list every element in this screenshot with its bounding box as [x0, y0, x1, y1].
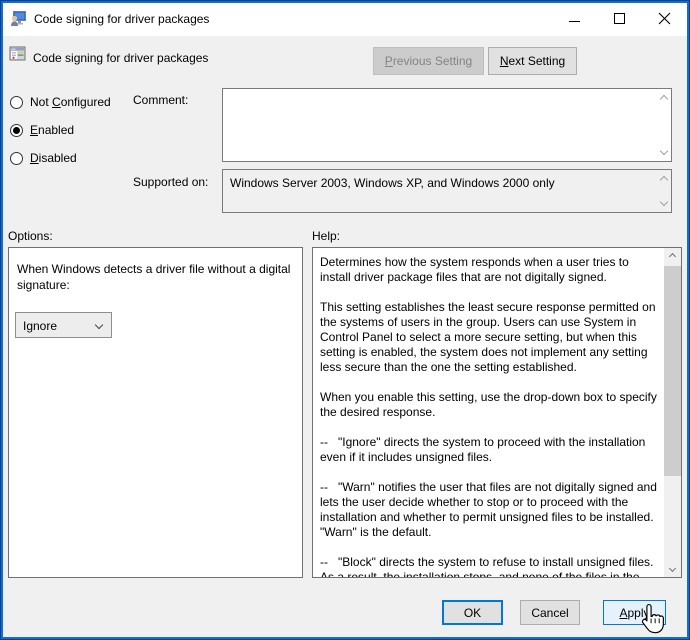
previous-setting-button[interactable]: Previous Setting	[373, 47, 484, 75]
supported-scroll-down-icon[interactable]	[661, 199, 667, 205]
supported-on-field: Windows Server 2003, Windows XP, and Win…	[222, 169, 672, 213]
help-paragraph: When you enable this setting, use the dr…	[320, 390, 662, 420]
scroll-up-icon[interactable]	[664, 248, 681, 265]
window: Code signing for driver packages Code si…	[0, 0, 690, 640]
supported-on-value: Windows Server 2003, Windows XP, and Win…	[230, 176, 649, 190]
radio-disabled-circle[interactable]	[10, 152, 23, 165]
apply-button[interactable]: Apply	[603, 600, 666, 625]
help-panel: Determines how the system responds when …	[312, 247, 682, 578]
policy-setting-icon	[9, 45, 26, 62]
signature-response-dropdown[interactable]: Ignore	[15, 312, 112, 338]
group-policy-app-icon	[10, 10, 27, 27]
window-title: Code signing for driver packages	[34, 12, 209, 26]
comment-scroll-down-icon[interactable]	[661, 148, 667, 154]
help-paragraph: -- "Block" directs the system to refuse …	[320, 555, 662, 577]
radio-not-configured[interactable]: Not Configured	[10, 95, 111, 109]
next-setting-button[interactable]: Next Setting	[488, 47, 577, 75]
help-text: Determines how the system responds when …	[313, 248, 664, 577]
help-paragraph: Determines how the system responds when …	[320, 255, 662, 285]
help-paragraph: -- "Ignore" directs the system to procee…	[320, 435, 662, 465]
radio-disabled[interactable]: Disabled	[10, 151, 77, 165]
ok-button[interactable]: OK	[442, 600, 503, 625]
radio-not-configured-circle[interactable]	[10, 96, 23, 109]
maximize-button[interactable]	[597, 3, 642, 36]
chevron-down-icon	[96, 322, 102, 328]
radio-enabled-label: Enabled	[30, 123, 74, 137]
apply-label: A	[619, 606, 627, 620]
dialog-body: Code signing for driver packages Code si…	[3, 3, 687, 637]
close-button[interactable]	[642, 3, 687, 36]
radio-not-configured-label: Not Configured	[30, 95, 111, 109]
radio-disabled-label: Disabled	[30, 151, 77, 165]
scrollbar-thumb[interactable]	[664, 266, 681, 476]
dropdown-selected-value: Ignore	[23, 319, 57, 333]
help-scrollbar[interactable]	[664, 248, 681, 577]
radio-enabled-circle[interactable]	[10, 124, 23, 137]
options-panel: When Windows detects a driver file witho…	[8, 247, 303, 578]
comment-label: Comment:	[133, 93, 188, 107]
minimize-icon	[569, 21, 580, 22]
titlebar: Code signing for driver packages	[3, 3, 687, 36]
cancel-button[interactable]: Cancel	[520, 600, 580, 625]
help-label: Help:	[312, 229, 340, 243]
maximize-icon	[614, 13, 625, 24]
radio-enabled[interactable]: Enabled	[10, 123, 74, 137]
minimize-button[interactable]	[552, 3, 597, 36]
window-controls	[552, 3, 687, 36]
supported-on-label: Supported on:	[133, 175, 208, 189]
help-paragraph: This setting establishes the least secur…	[320, 300, 662, 375]
help-paragraph: -- "Warn" notifies the user that files a…	[320, 480, 662, 540]
options-label: Options:	[8, 229, 53, 243]
supported-scroll-up-icon[interactable]	[661, 177, 667, 183]
comment-scroll-up-icon[interactable]	[661, 96, 667, 102]
close-icon	[658, 12, 671, 25]
comment-input[interactable]	[222, 88, 672, 162]
dropdown-label: When Windows detects a driver file witho…	[17, 261, 293, 293]
previous-setting-label: P	[385, 54, 393, 68]
setting-title: Code signing for driver packages	[33, 51, 208, 65]
scroll-down-icon[interactable]	[664, 560, 681, 577]
